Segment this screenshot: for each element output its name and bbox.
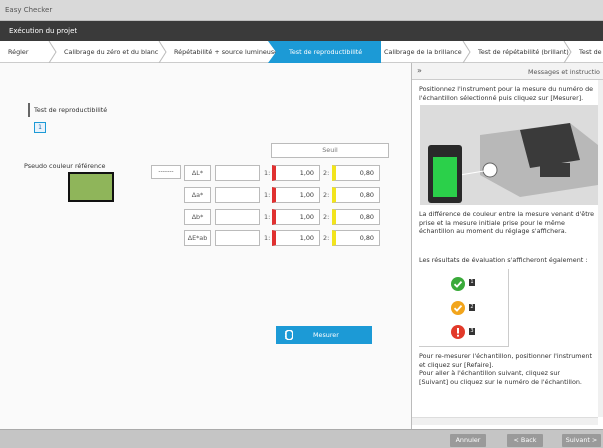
back-button[interactable]: < Back (507, 434, 543, 447)
threshold-index: 2: (323, 191, 330, 199)
instruction-text-1: Positionnez l'instrument pour la mesure … (419, 85, 594, 102)
delta-label: ΔE*ab (184, 230, 211, 246)
reference-color-swatch (68, 172, 114, 202)
threshold-value-field[interactable]: 1,00 (272, 209, 320, 225)
next-button[interactable]: Suivant > (562, 434, 601, 447)
warning-check-icon (451, 301, 465, 315)
collapse-panel-icon[interactable]: » (417, 66, 422, 75)
threshold-index: 2: (323, 234, 330, 242)
breadcrumb-step-next[interactable]: Test de r (571, 41, 603, 63)
result-number: 2 (469, 304, 475, 311)
instruction-text-3: Les résultats de évaluation s'afficheron… (419, 256, 588, 264)
instructions-header: » Messages et instructio (412, 63, 603, 80)
vertical-scrollbar[interactable] (598, 80, 603, 417)
horizontal-scrollbar[interactable] (412, 417, 598, 425)
instruction-text-4: Pour re-mesurer l'échantillon, positionn… (419, 352, 592, 386)
window-title: Easy Checker (5, 6, 53, 14)
page-header: Exécution du projet (0, 21, 603, 41)
breadcrumb-step-repetabilite-brillant[interactable]: Test de répétabilité (brillant) (470, 41, 574, 63)
threshold-index: 1: (264, 191, 271, 199)
threshold-index: 2: (323, 213, 330, 221)
measured-value-field (215, 187, 260, 203)
instruction-text-2: La différence de couleur entre la mesure… (419, 210, 595, 236)
threshold-value-field[interactable]: 0,80 (332, 187, 380, 203)
instructions-panel: » Messages et instructio Positionnez l'i… (411, 63, 603, 429)
window-title-bar: Easy Checker (0, 0, 603, 21)
pass-check-icon (451, 277, 465, 291)
fail-exclamation-icon (451, 325, 465, 339)
instructions-title: Messages et instructio (528, 68, 600, 76)
delta-label: Δa* (184, 187, 211, 203)
dash-button[interactable]: ------- (151, 165, 181, 179)
footer-bar: Annuler < Back Suivant > (0, 429, 603, 448)
threshold-header: Seuil (271, 143, 389, 158)
result-number: 3 (469, 328, 475, 335)
results-legend: 1 2 3 (419, 269, 509, 347)
threshold-value-field[interactable]: 0,80 (332, 165, 380, 181)
sample-number-button[interactable]: 1 (34, 122, 46, 133)
threshold-index: 2: (323, 169, 330, 177)
chevron-right-icon (268, 41, 278, 63)
threshold-value-field[interactable]: 1,00 (272, 165, 320, 181)
measure-button[interactable]: Mesurer (276, 326, 372, 344)
threshold-value-field[interactable]: 0,80 (332, 209, 380, 225)
main-panel: Test de reproductibilité 1 Pseudo couleu… (0, 63, 411, 429)
threshold-value-field[interactable]: 1,00 (272, 187, 320, 203)
reference-label: Pseudo couleur référence (24, 162, 106, 170)
delta-label: ΔL* (184, 165, 211, 181)
delta-label: Δb* (184, 209, 211, 225)
threshold-index: 1: (264, 213, 271, 221)
breadcrumb-step-reproductibilite[interactable]: Test de reproductibilité (277, 41, 381, 63)
measured-value-field (215, 230, 260, 246)
result-number: 1 (469, 279, 475, 286)
threshold-value-field[interactable]: 1,00 (272, 230, 320, 246)
measured-value-field (215, 165, 260, 181)
cancel-button[interactable]: Annuler (450, 434, 486, 447)
breadcrumb-step-calibrage-zero[interactable]: Calibrage du zéro et du blanc (56, 41, 168, 63)
measured-value-field (215, 209, 260, 225)
breadcrumb-step-brillance[interactable]: Calibrage de la brillance (376, 41, 476, 63)
test-title: Test de reproductibilité (28, 103, 108, 117)
instrument-illustration (420, 105, 600, 205)
page-title: Exécution du projet (9, 27, 78, 35)
threshold-index: 1: (264, 169, 271, 177)
threshold-value-field[interactable]: 0,80 (332, 230, 380, 246)
threshold-index: 1: (264, 234, 271, 242)
measure-icon (285, 330, 293, 340)
breadcrumb: Régler Calibrage du zéro et du blanc Rép… (0, 41, 603, 63)
